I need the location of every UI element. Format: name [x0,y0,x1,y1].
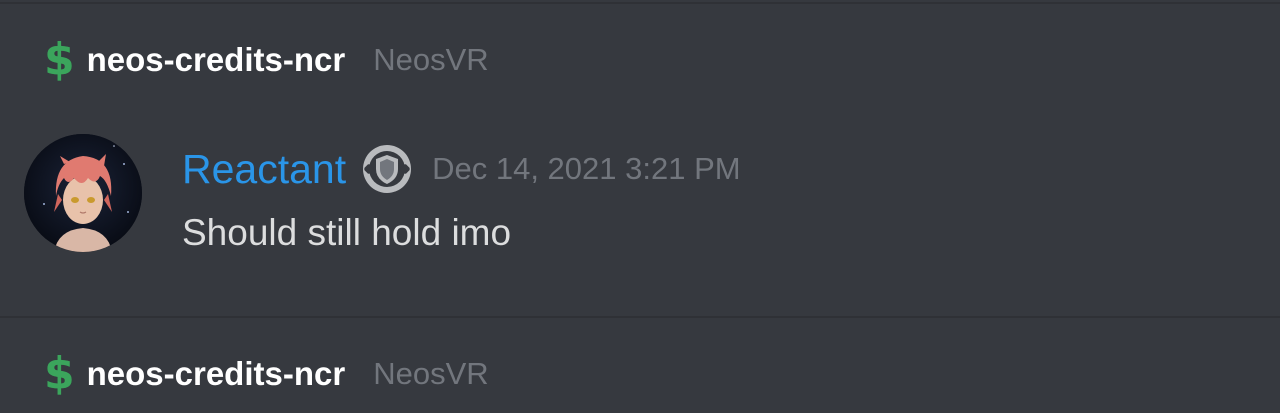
server-name[interactable]: NeosVR [373,356,488,392]
message-text: Should still hold imo [182,212,512,253]
message-header: Reactant Dec 14, 2021 3:21 PM [182,144,741,194]
avatar-image [24,134,142,252]
bottom-divider [0,316,1280,318]
timestamp: Dec 14, 2021 3:21 PM [432,151,741,186]
shield-badge-icon[interactable] [360,142,414,196]
username[interactable]: Reactant [182,146,346,193]
message-item[interactable]: Reactant Dec 14, 2021 3:21 PM Should sti… [0,128,1280,268]
channel-name[interactable]: neos-credits-ncr [87,41,346,79]
channel-name[interactable]: neos-credits-ncr [87,355,346,393]
avatar[interactable] [24,134,142,252]
server-name[interactable]: NeosVR [373,42,488,78]
channel-header-bottom[interactable]: $ neos-credits-ncr NeosVR [44,346,489,402]
dollar-icon: $ [44,34,75,85]
top-divider [0,2,1280,4]
channel-header-top[interactable]: $ neos-credits-ncr NeosVR [44,32,489,88]
dollar-icon: $ [44,348,75,399]
